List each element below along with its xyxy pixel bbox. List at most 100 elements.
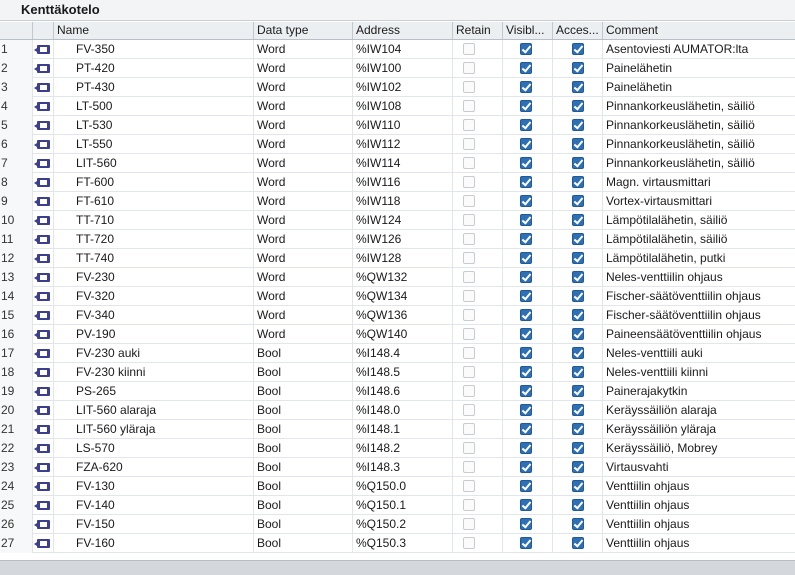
accessible-checkbox[interactable] xyxy=(572,252,584,264)
tag-name[interactable]: FV-230 auki xyxy=(54,344,254,363)
visible-checkbox[interactable] xyxy=(520,100,532,112)
accessible-checkbox[interactable] xyxy=(572,290,584,302)
visible-checkbox[interactable] xyxy=(520,176,532,188)
accessible-checkbox[interactable] xyxy=(572,157,584,169)
table-row[interactable]: 17 FV-230 auki Bool %I148.4 Neles-venttiili … xyxy=(0,344,795,363)
tag-address[interactable]: %IW102 xyxy=(353,78,453,97)
table-row[interactable]: 18 FV-230 kiinni Bool %I148.5 Neles-venttiil… xyxy=(0,363,795,382)
retain-checkbox[interactable] xyxy=(463,423,475,435)
tag-address[interactable]: %QW140 xyxy=(353,325,453,344)
tag-data-type[interactable]: Word xyxy=(254,173,353,192)
tag-comment[interactable]: Pinnankorkeuslähetin, säiliö xyxy=(603,116,795,135)
tag-data-type[interactable]: Word xyxy=(254,287,353,306)
tag-data-type[interactable]: Bool xyxy=(254,420,353,439)
tag-address[interactable]: %IW114 xyxy=(353,154,453,173)
tag-data-type[interactable]: Bool xyxy=(254,382,353,401)
tag-comment[interactable]: Venttiilin ohjaus xyxy=(603,534,795,553)
visible-checkbox[interactable] xyxy=(520,366,532,378)
tag-data-type[interactable]: Word xyxy=(254,325,353,344)
accessible-checkbox[interactable] xyxy=(572,537,584,549)
table-row[interactable]: 6 LT-550 Word %IW112 Pinnankorkeuslähetin, s… xyxy=(0,135,795,154)
retain-checkbox[interactable] xyxy=(463,347,475,359)
accessible-checkbox[interactable] xyxy=(572,119,584,131)
tag-address[interactable]: %IW112 xyxy=(353,135,453,154)
tag-data-type[interactable]: Word xyxy=(254,78,353,97)
tag-name[interactable]: TT-720 xyxy=(54,230,254,249)
tag-name[interactable]: PV-190 xyxy=(54,325,254,344)
tag-name[interactable]: FV-340 xyxy=(54,306,254,325)
tag-comment[interactable]: Neles-venttiili auki xyxy=(603,344,795,363)
tag-name[interactable]: FT-600 xyxy=(54,173,254,192)
tag-data-type[interactable]: Bool xyxy=(254,439,353,458)
retain-checkbox[interactable] xyxy=(463,62,475,74)
visible-checkbox[interactable] xyxy=(520,290,532,302)
tag-comment[interactable]: Pinnankorkeuslähetin, säiliö xyxy=(603,135,795,154)
tag-name[interactable]: LS-570 xyxy=(54,439,254,458)
table-row[interactable]: 27 FV-160 Bool %Q150.3 Venttiilin ohjaus xyxy=(0,534,795,553)
tag-address[interactable]: %IW116 xyxy=(353,173,453,192)
retain-checkbox[interactable] xyxy=(463,271,475,283)
tag-name[interactable]: FZA-620 xyxy=(54,458,254,477)
table-row[interactable]: 16 PV-190 Word %QW140 Paineensäätöventtiilin… xyxy=(0,325,795,344)
retain-checkbox[interactable] xyxy=(463,195,475,207)
tag-comment[interactable]: Lämpötilalähetin, putki xyxy=(603,249,795,268)
tag-name[interactable]: LT-530 xyxy=(54,116,254,135)
tag-address[interactable]: %QW136 xyxy=(353,306,453,325)
table-row[interactable]: 10 TT-710 Word %IW124 Lämpötilalähetin, säil… xyxy=(0,211,795,230)
table-row[interactable]: 11 TT-720 Word %IW126 Lämpötilalähetin, säil… xyxy=(0,230,795,249)
visible-checkbox[interactable] xyxy=(520,480,532,492)
table-row[interactable]: 24 FV-130 Bool %Q150.0 Venttiilin ohjaus xyxy=(0,477,795,496)
tag-address[interactable]: %IW124 xyxy=(353,211,453,230)
tag-address[interactable]: %I148.1 xyxy=(353,420,453,439)
column-header-icon[interactable] xyxy=(33,22,54,39)
tag-name[interactable]: LT-550 xyxy=(54,135,254,154)
column-header-name[interactable]: Name xyxy=(54,22,254,39)
visible-checkbox[interactable] xyxy=(520,252,532,264)
tag-comment[interactable]: Painelähetin xyxy=(603,59,795,78)
visible-checkbox[interactable] xyxy=(520,385,532,397)
tag-name[interactable]: PS-265 xyxy=(54,382,254,401)
tag-address[interactable]: %IW118 xyxy=(353,192,453,211)
accessible-checkbox[interactable] xyxy=(572,518,584,530)
visible-checkbox[interactable] xyxy=(520,461,532,473)
table-row[interactable]: 13 FV-230 Word %QW132 Neles-venttiilin ohjau… xyxy=(0,268,795,287)
retain-checkbox[interactable] xyxy=(463,328,475,340)
horizontal-scrollbar[interactable] xyxy=(0,560,795,575)
tag-comment[interactable]: Keräyssäiliö, Mobrey xyxy=(603,439,795,458)
tag-address[interactable]: %QW132 xyxy=(353,268,453,287)
accessible-checkbox[interactable] xyxy=(572,62,584,74)
visible-checkbox[interactable] xyxy=(520,214,532,226)
tag-data-type[interactable]: Word xyxy=(254,230,353,249)
column-header-accessible[interactable]: Acces... xyxy=(553,22,603,39)
visible-checkbox[interactable] xyxy=(520,233,532,245)
accessible-checkbox[interactable] xyxy=(572,81,584,93)
table-row[interactable]: 25 FV-140 Bool %Q150.1 Venttiilin ohjaus xyxy=(0,496,795,515)
accessible-checkbox[interactable] xyxy=(572,43,584,55)
tag-address[interactable]: %I148.5 xyxy=(353,363,453,382)
tag-address[interactable]: %Q150.1 xyxy=(353,496,453,515)
tag-name[interactable]: FV-140 xyxy=(54,496,254,515)
column-header-row-number[interactable] xyxy=(0,22,33,39)
tag-name[interactable]: PT-430 xyxy=(54,78,254,97)
tag-data-type[interactable]: Word xyxy=(254,154,353,173)
visible-checkbox[interactable] xyxy=(520,328,532,340)
visible-checkbox[interactable] xyxy=(520,404,532,416)
visible-checkbox[interactable] xyxy=(520,271,532,283)
tag-address[interactable]: %I148.3 xyxy=(353,458,453,477)
visible-checkbox[interactable] xyxy=(520,309,532,321)
tag-address[interactable]: %QW134 xyxy=(353,287,453,306)
visible-checkbox[interactable] xyxy=(520,43,532,55)
retain-checkbox[interactable] xyxy=(463,385,475,397)
accessible-checkbox[interactable] xyxy=(572,176,584,188)
visible-checkbox[interactable] xyxy=(520,499,532,511)
retain-checkbox[interactable] xyxy=(463,233,475,245)
accessible-checkbox[interactable] xyxy=(572,404,584,416)
retain-checkbox[interactable] xyxy=(463,366,475,378)
tag-data-type[interactable]: Word xyxy=(254,40,353,59)
tag-comment[interactable]: Painelähetin xyxy=(603,78,795,97)
tag-data-type[interactable]: Bool xyxy=(254,363,353,382)
tag-address[interactable]: %IW126 xyxy=(353,230,453,249)
visible-checkbox[interactable] xyxy=(520,138,532,150)
retain-checkbox[interactable] xyxy=(463,176,475,188)
tag-data-type[interactable]: Word xyxy=(254,249,353,268)
